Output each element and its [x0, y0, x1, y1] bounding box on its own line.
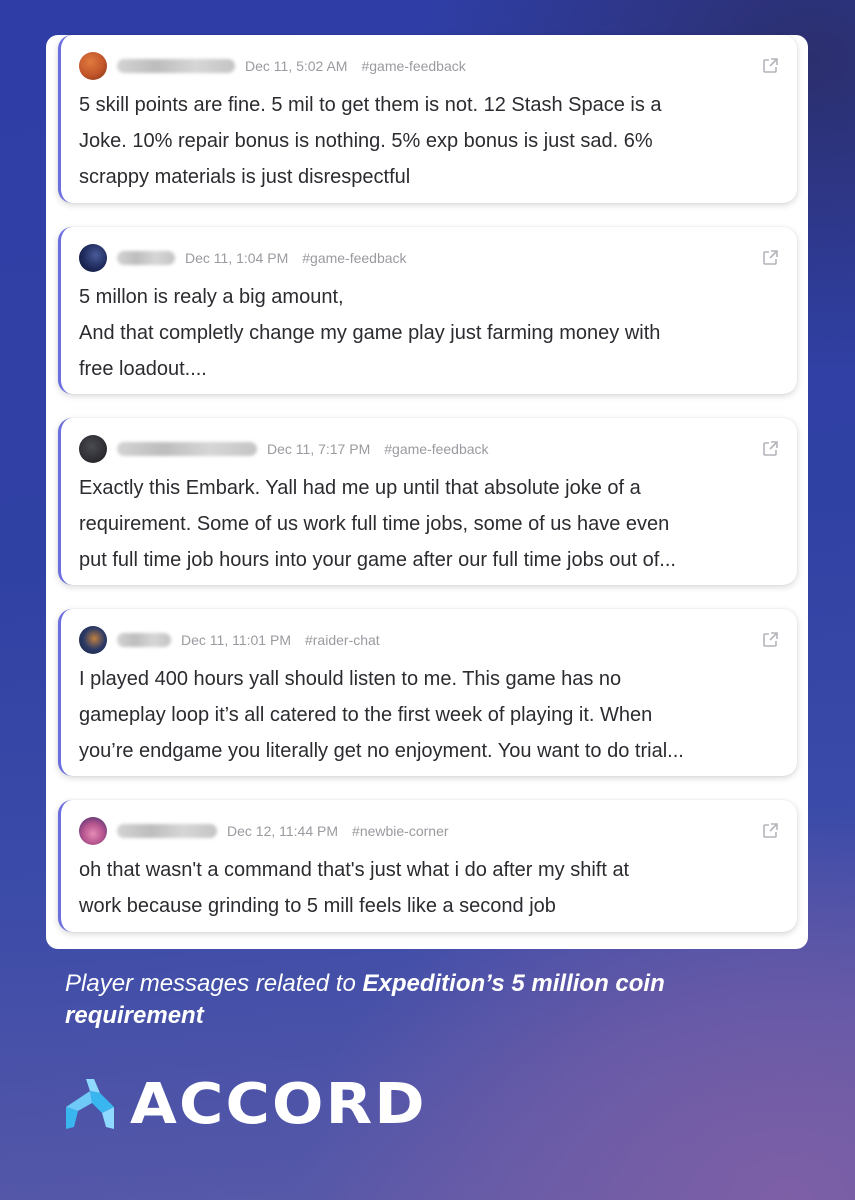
- message-header: Dec 12, 11:44 PM #newbie-corner: [79, 816, 779, 846]
- message-header: Dec 11, 5:02 AM #game-feedback: [79, 51, 779, 81]
- external-link-icon[interactable]: [761, 631, 779, 649]
- message-text: 5 skill points are fine. 5 mil to get th…: [79, 87, 779, 195]
- message-header: Dec 11, 11:01 PM #raider-chat: [79, 625, 779, 655]
- message-timestamp: Dec 11, 1:04 PM: [185, 250, 289, 266]
- username-redacted[interactable]: [117, 251, 175, 265]
- message-text: I played 400 hours yall should listen to…: [79, 661, 779, 769]
- message-timestamp: Dec 11, 5:02 AM: [245, 58, 348, 74]
- channel-tag[interactable]: #raider-chat: [305, 632, 380, 648]
- message-text: Exactly this Embark. Yall had me up unti…: [79, 470, 779, 578]
- avatar[interactable]: [79, 435, 107, 463]
- message-card: Dec 12, 11:44 PM #newbie-corner oh that …: [58, 800, 797, 932]
- channel-tag[interactable]: #game-feedback: [302, 250, 406, 266]
- external-link-icon[interactable]: [761, 249, 779, 267]
- message-line: scrappy materials is just disrespectful: [79, 166, 411, 188]
- message-line: 5 millon is realy a big amount,: [79, 286, 344, 308]
- brand-name: ACCORD: [130, 1071, 427, 1137]
- message-line: work because grinding to 5 mill feels li…: [79, 895, 556, 917]
- username-redacted[interactable]: [117, 442, 257, 456]
- message-card: Dec 11, 1:04 PM #game-feedback 5 millon …: [58, 227, 797, 394]
- message-timestamp: Dec 11, 7:17 PM: [267, 441, 371, 457]
- caption: Player messages related to Expedition’s …: [65, 968, 785, 1032]
- brand-logo: ACCORD: [64, 1072, 425, 1137]
- username-redacted[interactable]: [117, 59, 235, 73]
- external-link-icon[interactable]: [761, 57, 779, 75]
- username-redacted[interactable]: [117, 633, 171, 647]
- channel-tag[interactable]: #game-feedback: [384, 441, 488, 457]
- message-text: 5 millon is realy a big amount, And that…: [79, 279, 779, 387]
- avatar[interactable]: [79, 817, 107, 845]
- message-card: Dec 11, 11:01 PM #raider-chat I played 4…: [58, 609, 797, 776]
- caption-text: Player messages related to: [65, 970, 363, 997]
- username-redacted[interactable]: [117, 824, 217, 838]
- accord-logo-icon: [66, 1079, 114, 1129]
- message-card: Dec 11, 7:17 PM #game-feedback Exactly t…: [58, 418, 797, 585]
- message-line: you’re endgame you literally get no enjo…: [79, 740, 684, 762]
- external-link-icon[interactable]: [761, 440, 779, 458]
- messages-panel: Dec 11, 5:02 AM #game-feedback 5 skill p…: [46, 35, 808, 949]
- avatar[interactable]: [79, 626, 107, 654]
- message-line: And that completly change my game play j…: [79, 322, 661, 344]
- avatar[interactable]: [79, 52, 107, 80]
- message-timestamp: Dec 11, 11:01 PM: [181, 632, 291, 648]
- message-line: Joke. 10% repair bonus is nothing. 5% ex…: [79, 130, 653, 152]
- message-timestamp: Dec 12, 11:44 PM: [227, 823, 339, 839]
- avatar[interactable]: [79, 244, 107, 272]
- message-line: 5 skill points are fine. 5 mil to get th…: [79, 94, 662, 116]
- message-card: Dec 11, 5:02 AM #game-feedback 5 skill p…: [58, 35, 797, 203]
- external-link-icon[interactable]: [761, 822, 779, 840]
- message-header: Dec 11, 1:04 PM #game-feedback: [79, 243, 779, 273]
- message-line: put full time job hours into your game a…: [79, 549, 676, 571]
- channel-tag[interactable]: #newbie-corner: [352, 823, 449, 839]
- message-header: Dec 11, 7:17 PM #game-feedback: [79, 434, 779, 464]
- message-line: oh that wasn't a command that's just wha…: [79, 859, 630, 881]
- message-text: oh that wasn't a command that's just wha…: [79, 852, 779, 924]
- channel-tag[interactable]: #game-feedback: [361, 58, 465, 74]
- message-line: I played 400 hours yall should listen to…: [79, 668, 622, 690]
- message-line: Exactly this Embark. Yall had me up unti…: [79, 477, 641, 499]
- message-line: requirement. Some of us work full time j…: [79, 513, 670, 535]
- message-line: gameplay loop it’s all catered to the fi…: [79, 704, 653, 726]
- message-line: free loadout....: [79, 358, 207, 380]
